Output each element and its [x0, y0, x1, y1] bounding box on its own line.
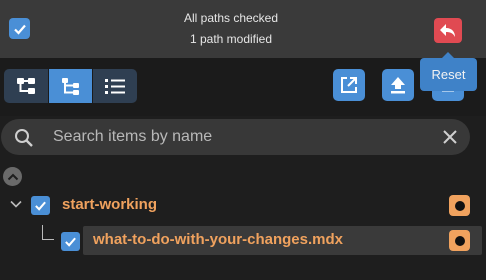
tree-connector [42, 225, 54, 240]
top-bar: All paths checked 1 path modified [0, 0, 486, 58]
toolbar [0, 58, 486, 116]
undo-arrow-icon [440, 23, 455, 37]
upload-button[interactable] [382, 69, 414, 101]
view-mode-group [4, 69, 137, 103]
compact-tree-icon [61, 78, 79, 95]
status-checked-text: All paths checked [183, 11, 279, 25]
folder-name[interactable]: start-working [62, 196, 157, 213]
search-icon [15, 129, 33, 147]
check-icon [35, 201, 46, 211]
list-view-button[interactable] [92, 69, 136, 103]
check-icon [65, 237, 76, 247]
file-name[interactable]: what-to-do-with-your-changes.mdx [93, 231, 343, 248]
folder-modified-badge [449, 195, 470, 216]
folder-checkbox[interactable] [31, 196, 50, 215]
compact-tree-view-button[interactable] [48, 69, 92, 103]
search-input[interactable] [53, 125, 433, 149]
external-link-icon [341, 77, 357, 93]
status-modified-text: 1 path modified [189, 32, 273, 46]
file-checkbox[interactable] [61, 232, 80, 251]
collapse-all-button[interactable] [3, 167, 22, 186]
open-external-button[interactable] [333, 69, 365, 101]
reset-button[interactable] [434, 18, 462, 43]
chevron-down-icon[interactable] [9, 199, 23, 209]
chevron-up-icon [7, 173, 18, 180]
file-modified-badge [449, 230, 470, 251]
reset-tooltip: Reset [420, 52, 477, 91]
upload-icon [391, 77, 405, 94]
search-bar [1, 119, 470, 155]
tree-view-button[interactable] [4, 69, 48, 103]
tree-icon [17, 78, 35, 94]
list-icon [104, 79, 125, 94]
clear-search-icon[interactable] [442, 129, 458, 145]
